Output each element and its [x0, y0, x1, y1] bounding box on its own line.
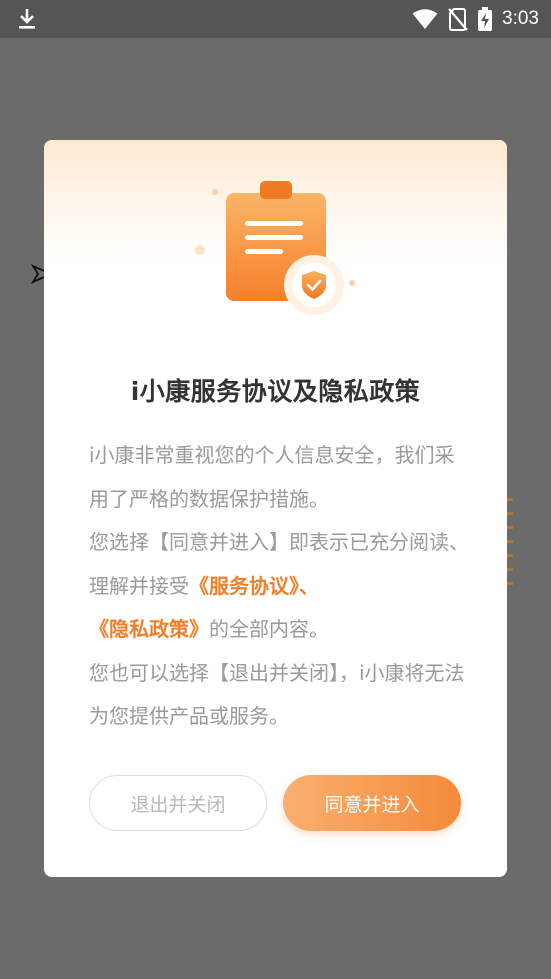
privacy-agreement-dialog: i小康服务协议及隐私政策 i小康非常重视您的个人信息安全，我们采用了严格的数据保…: [44, 140, 507, 877]
intro-paragraph: i小康非常重视您的个人信息安全，我们采用了严格的数据保护措施。: [89, 443, 455, 511]
privacy-policy-link[interactable]: 《隐私政策》: [89, 617, 209, 641]
service-agreement-link[interactable]: 《服务协议》、: [189, 574, 319, 598]
background-content-edge: [505, 498, 513, 585]
clock-time: 3:03: [502, 8, 539, 29]
agree-and-enter-button[interactable]: 同意并进入: [283, 775, 461, 831]
exit-and-close-button[interactable]: 退出并关闭: [89, 775, 267, 831]
clipboard-shield-icon: [195, 181, 355, 315]
dialog-title: i小康服务协议及隐私政策: [130, 377, 421, 406]
wifi-icon: [412, 9, 438, 29]
download-icon: [19, 9, 35, 29]
status-bar: 3:03: [0, 0, 551, 38]
consent-paragraph: 您选择【同意并进入】即表示已充分阅读、理解并接受《服务协议》、 《隐私政策》的全部…: [89, 521, 469, 652]
exit-paragraph: 您也可以选择【退出并关闭】，i小康将无法为您提供产品或服务。: [89, 660, 465, 729]
battery-charging-icon: [478, 7, 493, 31]
dialog-body: i小康非常重视您的个人信息安全，我们采用了严格的数据保护措施。 您选择【同意并进…: [89, 434, 469, 739]
status-icons: 3:03: [412, 0, 539, 38]
consent-text-end: 的全部内容。: [209, 617, 329, 641]
no-sim-icon: [448, 8, 468, 31]
